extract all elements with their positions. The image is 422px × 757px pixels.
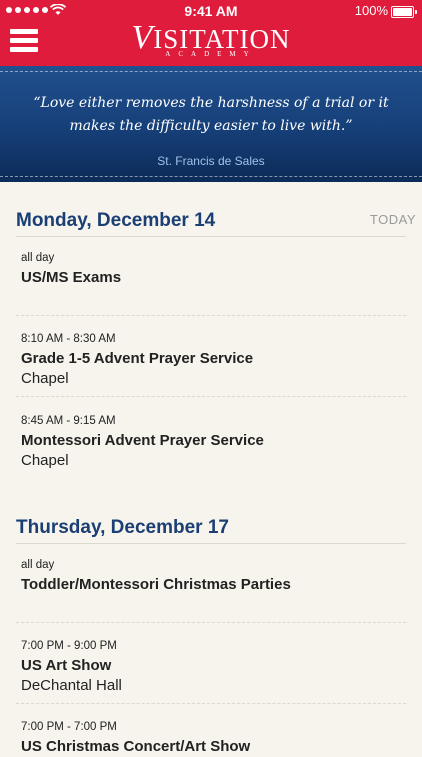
day-header: Thursday, December 17 [16, 511, 406, 544]
day-header: Monday, December 14 TODAY [16, 204, 415, 237]
event-time: all day [21, 559, 55, 571]
event-title: Montessori Advent Prayer Service [21, 432, 264, 449]
event-item[interactable]: 7:00 PM - 7:00 PM US Christmas Concert/A… [21, 720, 406, 757]
event-divider [16, 622, 406, 623]
event-item[interactable]: 8:10 AM - 8:30 AM Grade 1-5 Advent Praye… [21, 332, 406, 389]
stitch-divider [0, 71, 422, 72]
event-title: Grade 1-5 Advent Prayer Service [21, 350, 254, 367]
event-item[interactable]: all day Toddler/Montessori Christmas Par… [21, 558, 406, 595]
event-location: Chapel [21, 452, 69, 469]
event-divider [16, 315, 406, 316]
today-badge: TODAY [369, 212, 416, 227]
battery-percent: 100% [354, 3, 388, 18]
event-title: Toddler/Montessori Christmas Parties [21, 576, 291, 593]
battery-icon [391, 6, 417, 18]
app-logo: VISITATION ACADEMY [0, 21, 422, 59]
event-time: 8:10 AM - 8:30 AM [21, 333, 116, 345]
event-time: all day [21, 252, 55, 264]
event-title: US/MS Exams [21, 269, 122, 286]
day-title: Thursday, December 17 [16, 517, 229, 538]
status-bar: 9:41 AM 100% [0, 0, 422, 22]
event-time: 7:00 PM - 9:00 PM [21, 640, 117, 652]
event-title: US Christmas Concert/Art Show [21, 738, 251, 755]
event-divider [16, 703, 406, 704]
event-item[interactable]: 7:00 PM - 9:00 PM US Art Show DeChantal … [21, 639, 406, 696]
day-title: Monday, December 14 [16, 210, 216, 231]
event-time: 7:00 PM - 7:00 PM [21, 721, 117, 733]
logo-subtitle: ACADEMY [165, 50, 257, 58]
app-header: 9:41 AM 100% VISITATION ACADEMY [0, 0, 422, 66]
quote-text: “Love either removes the harshness of a … [33, 95, 389, 134]
quote-author: St. Francis de Sales [157, 154, 265, 168]
quote-banner: “Love either removes the harshness of a … [0, 66, 422, 182]
event-item[interactable]: all day US/MS Exams [21, 251, 406, 288]
event-divider [16, 396, 406, 397]
event-location: Chapel [21, 370, 69, 387]
event-location: DeChantal Hall [21, 677, 122, 694]
stitch-divider [0, 176, 422, 177]
event-time: 8:45 AM - 9:15 AM [21, 415, 116, 427]
event-item[interactable]: 8:45 AM - 9:15 AM Montessori Advent Pray… [21, 414, 406, 471]
event-title: US Art Show [21, 657, 112, 674]
logo-initial: V [131, 19, 154, 56]
